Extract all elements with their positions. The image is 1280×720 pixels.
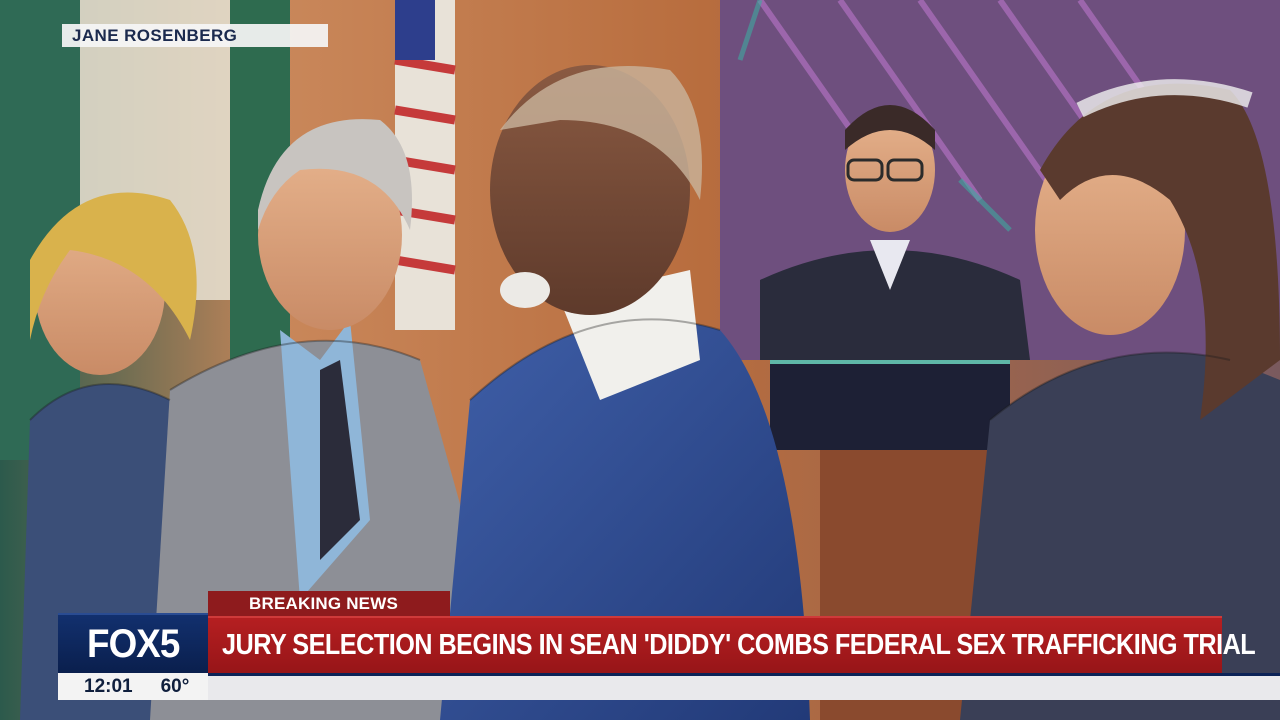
artist-credit: JANE ROSENBERG: [62, 24, 328, 47]
courtroom-sketch-image: [0, 0, 1280, 720]
